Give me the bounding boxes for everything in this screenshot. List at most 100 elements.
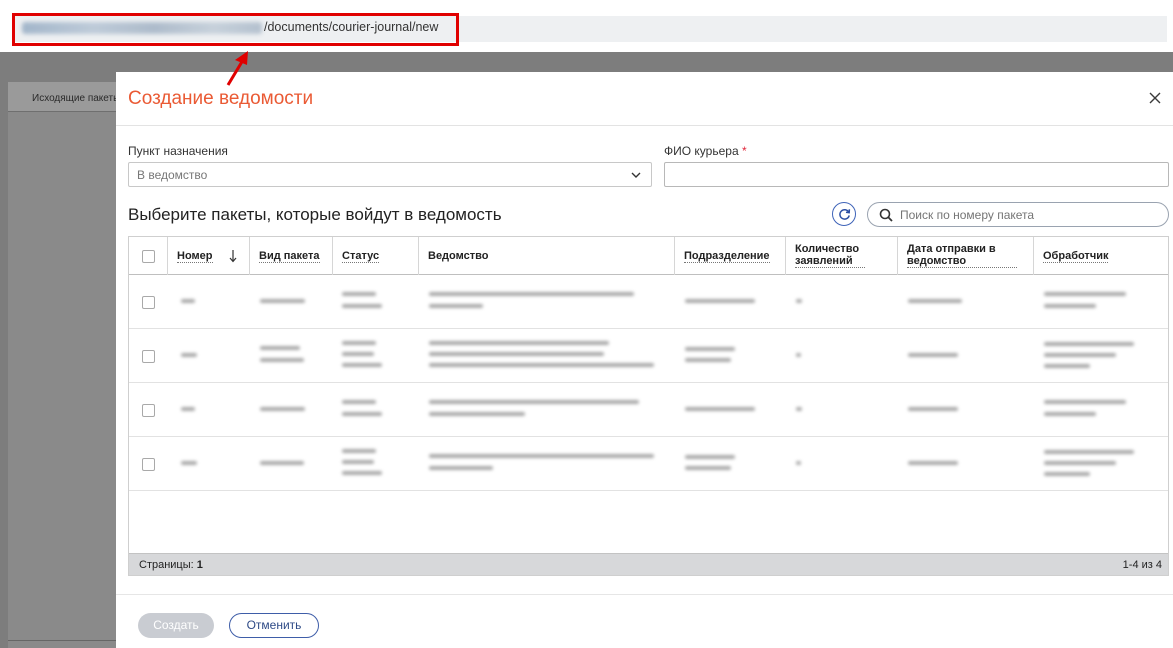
redacted-cell [342, 471, 382, 475]
column-number-label: Номер [177, 250, 213, 263]
cancel-button[interactable]: Отменить [229, 613, 319, 638]
chevron-down-icon [631, 172, 641, 178]
table-row[interactable] [129, 329, 1168, 383]
column-handler[interactable]: Обработчик [1034, 237, 1168, 275]
screen: /documents/courier-journal/new Исходящие… [0, 0, 1173, 648]
pages-indicator: Страницы: 1 [139, 559, 203, 571]
column-send-date[interactable]: Дата отправки в ведомство [898, 237, 1034, 275]
redacted-cell [1044, 472, 1090, 476]
redacted-cell [342, 352, 374, 356]
row-checkbox[interactable] [142, 458, 155, 471]
close-icon[interactable] [1147, 90, 1163, 106]
column-status[interactable]: Статус [333, 237, 419, 275]
redacted-cell [429, 341, 609, 345]
refresh-icon [839, 208, 851, 220]
column-application-count-label: Количество заявлений [795, 243, 865, 268]
create-button[interactable]: Создать [138, 613, 214, 638]
row-checkbox[interactable] [142, 404, 155, 417]
redacted-cell [342, 363, 382, 367]
redacted-cell [908, 299, 962, 303]
redacted-cell [1044, 353, 1116, 357]
redacted-cell [908, 461, 958, 465]
redacted-cell [796, 461, 801, 465]
select-all-checkbox[interactable] [142, 250, 155, 263]
sort-down-icon[interactable] [229, 249, 237, 263]
redacted-cell [429, 352, 604, 356]
redacted-cell [260, 407, 305, 411]
packages-table: Номер Вид пакета Статус Ведомство Подраз… [128, 236, 1169, 576]
courier-name-input[interactable] [664, 162, 1169, 187]
column-status-label: Статус [342, 250, 380, 263]
table-row[interactable] [129, 383, 1168, 437]
redacted-cell [342, 292, 376, 296]
redacted-cell [1044, 292, 1126, 296]
redacted-cell [342, 400, 376, 404]
row-checkbox[interactable] [142, 296, 155, 309]
destination-selected-value: В ведомство [137, 168, 208, 182]
pages-label: Страницы: [139, 559, 194, 571]
refresh-button[interactable] [832, 202, 856, 226]
column-department[interactable]: Подразделение [675, 237, 786, 275]
redacted-cell [796, 299, 802, 303]
column-package-type[interactable]: Вид пакета [250, 237, 333, 275]
redacted-cell [342, 304, 382, 308]
row-checkbox[interactable] [142, 350, 155, 363]
required-mark: * [741, 144, 747, 158]
redacted-cell [342, 460, 374, 464]
package-search-input[interactable] [900, 206, 1160, 224]
redacted-cell [181, 353, 197, 357]
column-agency-label: Ведомство [428, 250, 489, 262]
redacted-cell [260, 358, 304, 362]
redacted-cell [1044, 342, 1134, 346]
redacted-cell [429, 363, 654, 367]
redacted-cell [908, 353, 958, 357]
redacted-cell [796, 353, 801, 357]
redacted-cell [796, 407, 802, 411]
modal-title: Создание ведомости [128, 88, 314, 109]
annotation-highlight-box [12, 13, 459, 46]
redacted-cell [429, 412, 525, 416]
redacted-cell [1044, 461, 1116, 465]
background-divider [8, 640, 116, 641]
redacted-cell [1044, 412, 1096, 416]
records-range: 1-4 из 4 [1122, 559, 1162, 571]
redacted-cell [342, 449, 376, 453]
table-row[interactable] [129, 275, 1168, 329]
background-sidebar [8, 82, 116, 648]
redacted-cell [181, 407, 195, 411]
redacted-cell [685, 466, 731, 470]
redacted-cell [685, 358, 731, 362]
redacted-cell [685, 347, 735, 351]
redacted-cell [181, 461, 197, 465]
redacted-cell [685, 407, 755, 411]
packages-heading: Выберите пакеты, которые войдут в ведомо… [128, 205, 502, 224]
redacted-cell [685, 455, 735, 459]
destination-select[interactable]: В ведомство [128, 162, 652, 187]
redacted-cell [342, 412, 382, 416]
modal-header-divider [116, 125, 1173, 126]
search-icon [879, 208, 893, 222]
create-statement-modal: Создание ведомости Пункт назначения В ве… [116, 72, 1173, 648]
package-search[interactable] [867, 202, 1169, 227]
redacted-cell [429, 466, 493, 470]
table-pagination: Страницы: 1 1-4 из 4 [129, 553, 1168, 575]
redacted-cell [260, 346, 300, 350]
column-number[interactable]: Номер [168, 237, 250, 275]
redacted-cell [429, 400, 639, 404]
redacted-cell [429, 454, 654, 458]
redacted-cell [1044, 364, 1090, 368]
redacted-cell [1044, 400, 1126, 404]
column-application-count[interactable]: Количество заявлений [786, 237, 898, 275]
courier-label: ФИО курьера * [664, 144, 747, 158]
redacted-cell [1044, 450, 1134, 454]
current-page[interactable]: 1 [197, 559, 203, 571]
redacted-cell [429, 304, 483, 308]
column-department-label: Подразделение [684, 250, 770, 263]
column-agency[interactable]: Ведомство [419, 237, 675, 275]
column-package-type-label: Вид пакета [259, 250, 320, 263]
redacted-cell [685, 299, 755, 303]
redacted-cell [260, 299, 305, 303]
destination-label: Пункт назначения [128, 144, 228, 158]
table-row[interactable] [129, 437, 1168, 491]
redacted-cell [1044, 304, 1096, 308]
